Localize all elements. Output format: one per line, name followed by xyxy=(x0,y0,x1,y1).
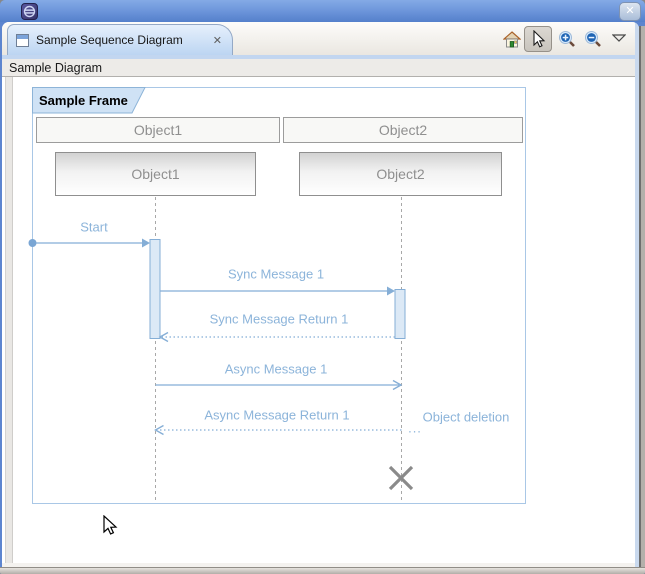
home-button[interactable] xyxy=(501,29,523,49)
message-label-async1[interactable]: Async Message 1 xyxy=(225,362,328,377)
mouse-cursor-icon xyxy=(102,515,118,537)
eclipse-logo-icon xyxy=(21,3,38,20)
diagram-document-icon xyxy=(16,34,29,47)
object-deletion-label[interactable]: Object deletion xyxy=(423,410,510,425)
canvas-left-gutter xyxy=(5,77,13,563)
eclipse-glyph-icon xyxy=(22,4,37,19)
window-bottom-bar xyxy=(0,567,645,574)
window-right-shadow xyxy=(641,26,645,567)
diagram-title: Sample Diagram xyxy=(9,61,102,75)
diagram-canvas[interactable]: Object1 Object2 Object1 Object2 xyxy=(2,77,635,563)
zoom-in-button[interactable] xyxy=(555,28,579,50)
editor-tabbar: Sample Sequence Diagram ✕ xyxy=(2,22,639,55)
pointer-icon xyxy=(530,30,546,49)
lifeline-header-object1[interactable]: Object1 xyxy=(36,117,280,143)
window-close-button[interactable]: ✕ xyxy=(619,2,641,21)
tab-close-icon[interactable]: ✕ xyxy=(213,34,222,47)
zoom-in-icon xyxy=(558,30,577,49)
message-label-sync1[interactable]: Sync Message 1 xyxy=(228,267,324,282)
tab-label: Sample Sequence Diagram xyxy=(36,33,206,47)
message-label-sync-return1[interactable]: Sync Message Return 1 xyxy=(210,312,349,327)
window-titlebar[interactable]: ✕ xyxy=(0,0,645,22)
application-window: ✕ Sample Sequence Diagram ✕ xyxy=(0,0,645,574)
view-menu-button[interactable] xyxy=(610,32,628,44)
tab-sample-sequence-diagram[interactable]: Sample Sequence Diagram ✕ xyxy=(7,24,233,55)
lifeline-box-object2[interactable]: Object2 xyxy=(299,152,502,196)
home-icon xyxy=(503,31,521,48)
zoom-out-button[interactable] xyxy=(581,28,605,50)
select-tool-button[interactable] xyxy=(524,26,552,52)
chevron-down-icon xyxy=(612,34,626,42)
lifeline-box-object1[interactable]: Object1 xyxy=(55,152,256,196)
lifeline-header-object2[interactable]: Object2 xyxy=(283,117,523,143)
object-deletion-ellipsis: ... xyxy=(408,421,422,436)
zoom-out-icon xyxy=(584,30,603,49)
editor-area: Sample Sequence Diagram ✕ xyxy=(2,22,639,567)
message-label-start[interactable]: Start xyxy=(80,220,107,235)
message-label-async-return1[interactable]: Async Message Return 1 xyxy=(204,408,349,423)
diagram-header-bar: Sample Diagram xyxy=(2,59,639,77)
frame-label[interactable]: Sample Frame xyxy=(39,93,128,108)
sequence-frame[interactable] xyxy=(32,87,526,504)
